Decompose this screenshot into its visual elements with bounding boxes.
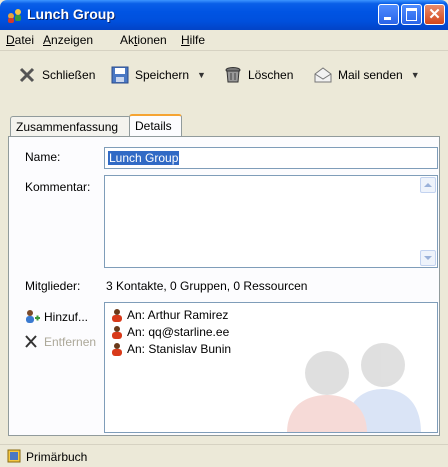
close-icon: ✕ — [428, 6, 441, 23]
status-text: Primärbuch — [26, 450, 88, 464]
tab-details[interactable]: Details — [129, 114, 182, 136]
name-label: Name: — [25, 150, 61, 164]
add-person-icon — [26, 310, 40, 323]
maximize-button[interactable] — [401, 4, 422, 25]
menu-view[interactable]: Anzeigen — [43, 33, 93, 47]
save-dropdown-arrow-icon[interactable]: ▼ — [197, 70, 206, 80]
delete-button[interactable]: Löschen — [224, 65, 293, 85]
comment-label: Kommentar: — [25, 180, 91, 194]
member-name: An: qq@starline.ee — [127, 325, 230, 339]
save-button[interactable]: Speichern ▼ — [111, 65, 206, 85]
add-member-button[interactable]: Hinzuf... — [23, 308, 88, 326]
menu-bar: Datei Anzeigen Aktionen Hilfe — [0, 30, 448, 51]
name-value: Lunch Group — [108, 151, 180, 165]
envelope-icon — [314, 67, 332, 83]
contact-group-window: Lunch Group ✕ Datei Anzeigen Aktionen Hi… — [0, 0, 448, 467]
menu-file[interactable]: Datei — [6, 33, 34, 47]
scroll-down-button[interactable] — [420, 250, 436, 266]
remove-x-icon — [25, 335, 37, 348]
mail-dropdown-arrow-icon[interactable]: ▼ — [411, 70, 420, 80]
menu-help[interactable]: Hilfe — [181, 33, 205, 47]
scroll-up-button[interactable] — [420, 177, 436, 193]
person-icon — [112, 343, 122, 356]
remove-member-label: Entfernen — [44, 335, 97, 349]
member-name: An: Arthur Ramirez — [127, 308, 229, 322]
tab-details-label: Details — [135, 119, 172, 133]
status-bar: Primärbuch — [0, 444, 448, 467]
comment-field[interactable] — [104, 175, 438, 268]
list-item[interactable]: An: qq@starline.ee — [111, 324, 229, 340]
title-bar[interactable]: Lunch Group ✕ — [0, 0, 448, 30]
minimize-button[interactable] — [378, 4, 399, 25]
remove-member-button[interactable]: Entfernen — [23, 333, 96, 351]
trash-icon — [225, 67, 241, 83]
group-watermark-icon — [287, 343, 421, 432]
members-label: Mitglieder: — [25, 279, 81, 293]
close-window-button[interactable]: ✕ — [424, 4, 445, 25]
tab-summary[interactable]: Zusammenfassung — [10, 116, 131, 136]
add-member-label: Hinzuf... — [44, 310, 89, 324]
save-label: Speichern — [135, 68, 190, 82]
members-list[interactable]: An: Arthur Ramirez An: qq@starline.ee An… — [104, 302, 438, 433]
window-title: Lunch Group — [27, 6, 115, 22]
members-summary: 3 Kontakte, 0 Gruppen, 0 Ressourcen — [106, 279, 308, 293]
person-icon — [112, 309, 122, 322]
member-name: An: Stanislav Bunin — [127, 342, 232, 356]
tab-summary-label: Zusammenfassung — [16, 120, 119, 134]
toolbar: Schließen Speichern ▼ Löschen Mail sende… — [0, 51, 448, 99]
close-label: Schließen — [42, 68, 96, 82]
close-x-icon — [19, 67, 35, 83]
send-mail-button[interactable]: Mail senden ▼ — [314, 65, 420, 85]
list-item[interactable]: An: Arthur Ramirez — [111, 307, 228, 323]
menu-actions[interactable]: Aktionen — [120, 33, 167, 47]
save-icon — [111, 66, 129, 84]
mail-label: Mail senden — [338, 68, 403, 82]
delete-label: Löschen — [248, 68, 294, 82]
list-item[interactable]: An: Stanislav Bunin — [111, 341, 231, 357]
close-button[interactable]: Schließen — [18, 65, 95, 85]
person-icon — [112, 326, 122, 339]
name-field[interactable]: Lunch Group — [104, 147, 438, 169]
address-book-icon — [7, 449, 21, 463]
group-icon — [8, 9, 21, 23]
